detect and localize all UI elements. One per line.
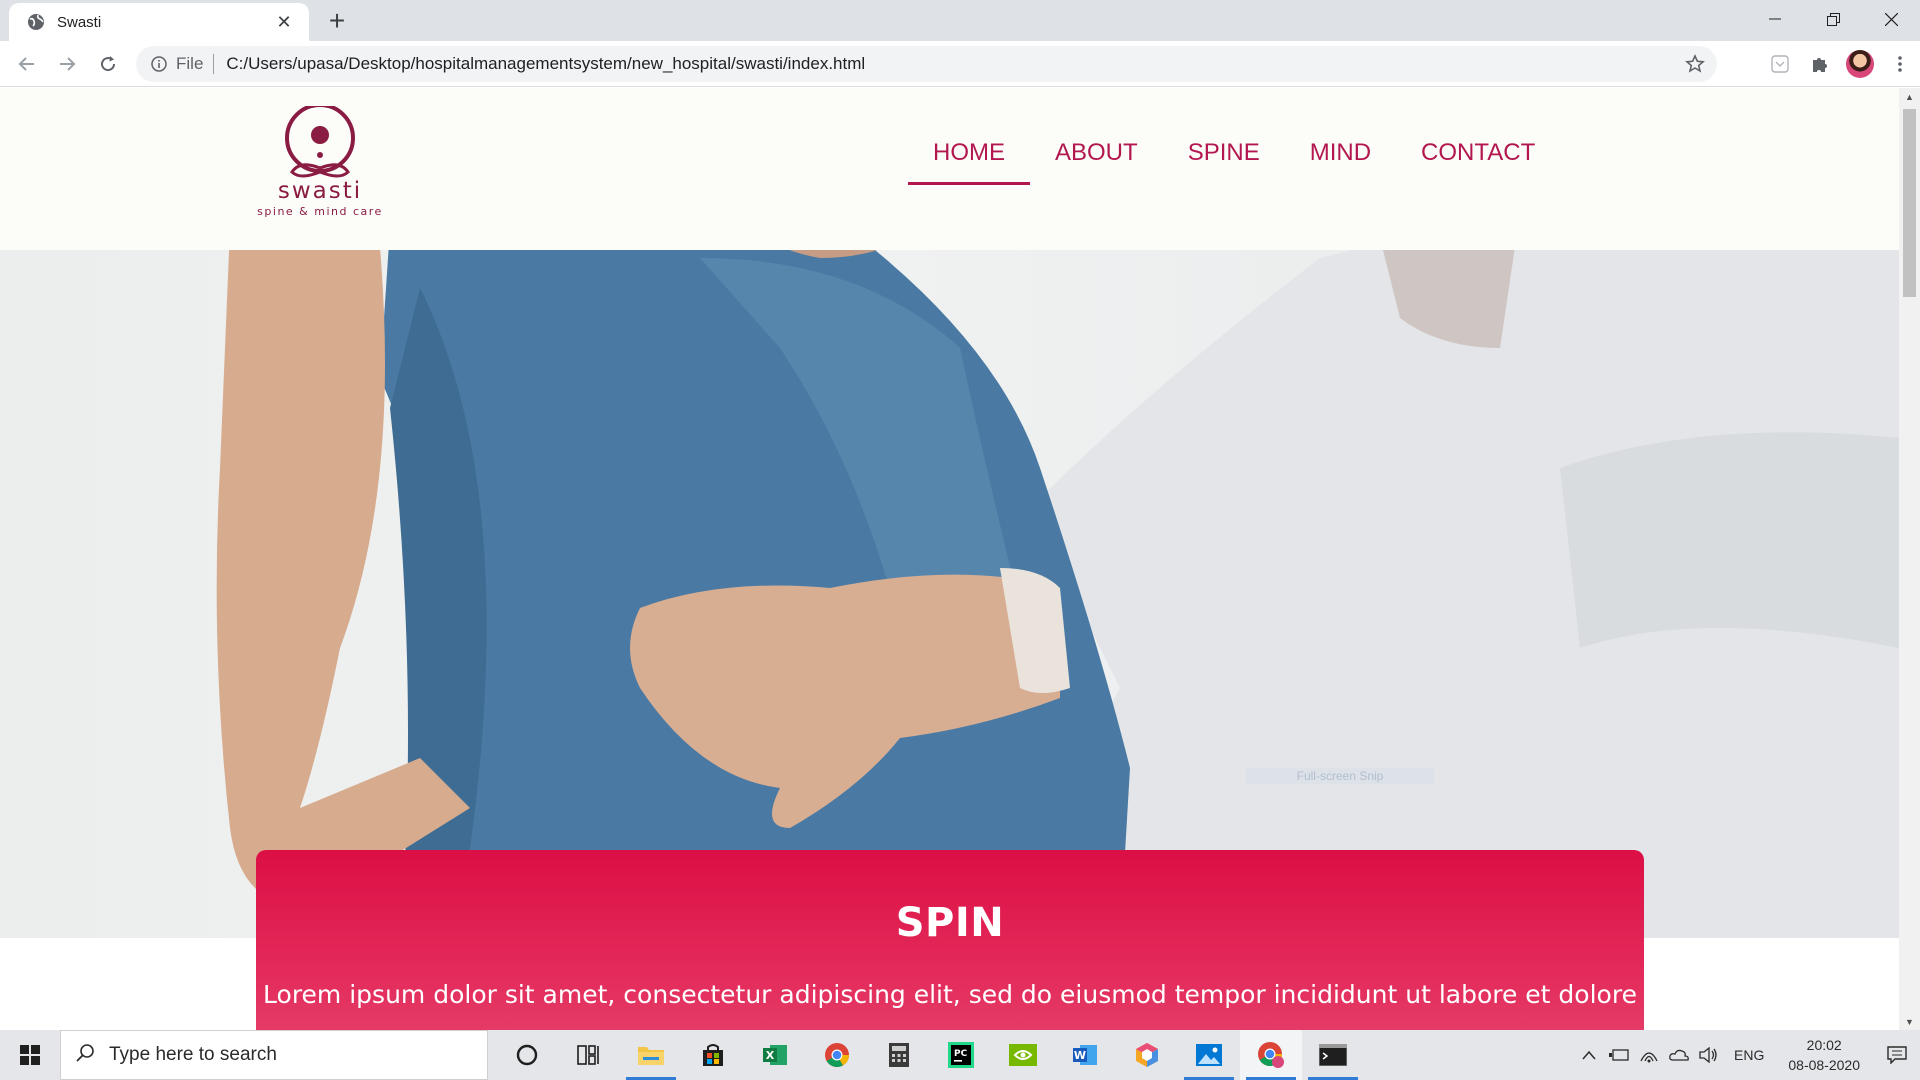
- url-text[interactable]: C:/Users/upasa/Desktop/hospitalmanagemen…: [226, 54, 865, 74]
- clock-date: 08-08-2020: [1788, 1057, 1860, 1073]
- word-icon[interactable]: W: [1054, 1030, 1116, 1080]
- chrome-icon[interactable]: [806, 1030, 868, 1080]
- logo-tagline: spine & mind care: [257, 205, 383, 218]
- spin-title: SPIN: [895, 900, 1005, 946]
- swasti-logo[interactable]: swasti spine & mind care: [254, 106, 386, 230]
- taskbar-apps: X PC W: [496, 1030, 1364, 1080]
- browser-tab[interactable]: Swasti ✕: [9, 3, 309, 41]
- close-window-icon[interactable]: [1862, 0, 1920, 38]
- page-scrollbar[interactable]: ▲ ▼: [1899, 88, 1920, 1030]
- system-tray: ENG 20:02 08-08-2020: [1574, 1030, 1920, 1080]
- logo-name: swasti: [277, 178, 363, 204]
- clock-time: 20:02: [1806, 1037, 1842, 1053]
- calculator-icon[interactable]: [868, 1030, 930, 1080]
- browser-toolbar: File C:/Users/upasa/Desktop/hospitalmana…: [0, 41, 1920, 87]
- wifi-icon[interactable]: [1634, 1030, 1664, 1080]
- forward-icon[interactable]: [52, 49, 82, 79]
- scheme-label: File: [176, 54, 204, 73]
- nvidia-icon[interactable]: [992, 1030, 1054, 1080]
- restore-icon[interactable]: [1804, 0, 1862, 38]
- snip-overlay: Full-screen Snip: [1246, 768, 1434, 784]
- nav-spine[interactable]: SPINE: [1163, 128, 1285, 185]
- lotus-logo-icon: [285, 106, 355, 178]
- svg-text:W: W: [1074, 1049, 1086, 1062]
- language-indicator[interactable]: ENG: [1724, 1047, 1774, 1063]
- nav-home[interactable]: HOME: [908, 128, 1030, 185]
- extension-icon[interactable]: [1760, 44, 1800, 84]
- toolbar-right: [1760, 41, 1920, 87]
- pycharm-icon[interactable]: PC: [930, 1030, 992, 1080]
- chevron-up-icon[interactable]: [1574, 1030, 1604, 1080]
- onedrive-cloud-icon[interactable]: [1664, 1030, 1694, 1080]
- battery-icon[interactable]: [1604, 1030, 1634, 1080]
- chrome-profile-icon[interactable]: [1240, 1030, 1302, 1080]
- scroll-thumb[interactable]: [1903, 109, 1916, 297]
- tab-strip: Swasti ✕ +: [0, 0, 1920, 41]
- windows-taskbar: Type here to search X PC W ENG 20:02 08-…: [0, 1030, 1920, 1080]
- profile-avatar[interactable]: [1840, 44, 1880, 84]
- puzzle-icon[interactable]: [1800, 44, 1840, 84]
- terminal-icon[interactable]: [1302, 1030, 1364, 1080]
- back-icon[interactable]: [12, 49, 42, 79]
- menu-kebab-icon[interactable]: [1880, 44, 1920, 84]
- cube-app-icon[interactable]: [1116, 1030, 1178, 1080]
- address-bar[interactable]: File C:/Users/upasa/Desktop/hospitalmana…: [136, 46, 1717, 82]
- window-controls: [1746, 0, 1920, 41]
- tab-title: Swasti: [57, 13, 102, 31]
- svg-text:X: X: [766, 1049, 775, 1062]
- microsoft-store-icon[interactable]: [682, 1030, 744, 1080]
- nav-contact[interactable]: CONTACT: [1396, 128, 1560, 185]
- divider: [213, 54, 215, 74]
- spin-text: Lorem ipsum dolor sit amet, consectetur …: [263, 980, 1637, 1009]
- page-viewport: Full-screen Snip swasti spine & mind car…: [0, 88, 1899, 1030]
- main-nav: HOME ABOUT SPINE MIND CONTACT: [908, 128, 1560, 185]
- bookmark-star-icon[interactable]: [1685, 54, 1705, 74]
- cortana-icon[interactable]: [496, 1030, 558, 1080]
- info-icon[interactable]: [150, 55, 168, 73]
- globe-icon: [26, 12, 46, 32]
- svg-text:PC: PC: [954, 1049, 968, 1059]
- new-tab-button[interactable]: +: [323, 5, 351, 36]
- spin-card: SPIN Lorem ipsum dolor sit amet, consect…: [256, 850, 1644, 1030]
- task-view-icon[interactable]: [558, 1030, 620, 1080]
- volume-icon[interactable]: [1694, 1030, 1724, 1080]
- scroll-down-arrow-icon[interactable]: ▼: [1899, 1013, 1920, 1030]
- windows-start-icon[interactable]: [0, 1030, 60, 1080]
- nav-about[interactable]: ABOUT: [1030, 128, 1163, 185]
- clock[interactable]: 20:02 08-08-2020: [1774, 1035, 1874, 1075]
- reload-icon[interactable]: [93, 49, 123, 79]
- taskbar-search[interactable]: Type here to search: [60, 1030, 488, 1080]
- site-header: swasti spine & mind care HOME ABOUT SPIN…: [0, 88, 1899, 250]
- scroll-up-arrow-icon[interactable]: ▲: [1899, 88, 1920, 105]
- close-tab-icon[interactable]: ✕: [273, 11, 295, 33]
- excel-icon[interactable]: X: [744, 1030, 806, 1080]
- search-placeholder: Type here to search: [109, 1044, 277, 1065]
- action-center-icon[interactable]: [1874, 1030, 1920, 1080]
- minimize-icon[interactable]: [1746, 0, 1804, 38]
- nav-mind[interactable]: MIND: [1285, 128, 1396, 185]
- photos-icon[interactable]: [1178, 1030, 1240, 1080]
- search-icon: [75, 1043, 95, 1068]
- file-explorer-icon[interactable]: [620, 1030, 682, 1080]
